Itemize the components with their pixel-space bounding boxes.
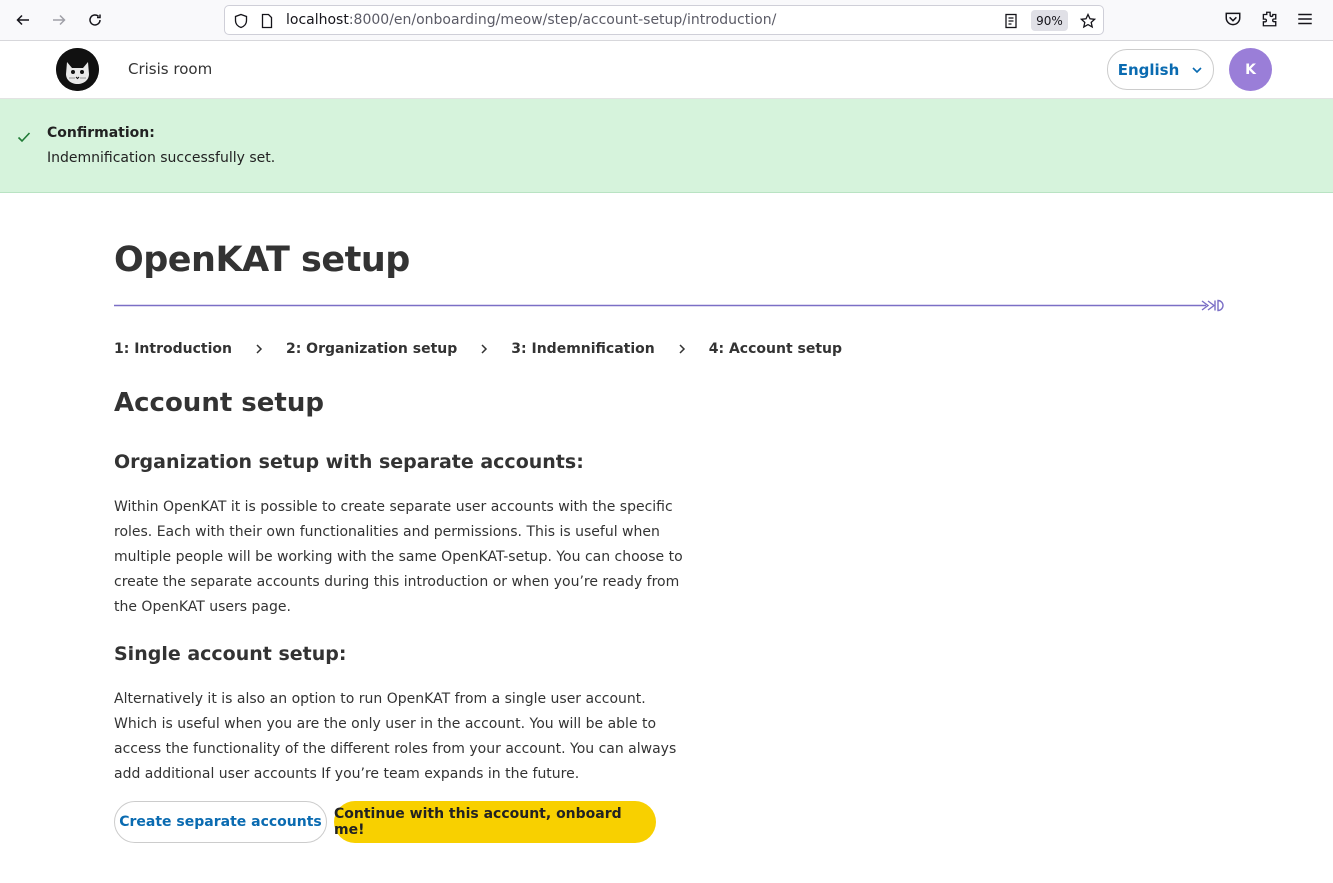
step-breadcrumb: 1: Introduction 2: Organization setup 3:… bbox=[114, 338, 842, 360]
url-path: :8000/en/onboarding/meow/step/account-se… bbox=[348, 12, 777, 28]
chevron-right-icon bbox=[679, 344, 685, 354]
url-bar[interactable]: localhost:8000/en/onboarding/meow/step/a… bbox=[224, 5, 1104, 35]
single-account-heading: Single account setup: bbox=[114, 643, 347, 665]
crisis-room-link[interactable]: Crisis room bbox=[128, 60, 212, 78]
pocket-icon[interactable] bbox=[1224, 10, 1242, 28]
extensions-icon[interactable] bbox=[1260, 10, 1278, 28]
confirmation-message: Indemnification successfully set. bbox=[47, 150, 276, 166]
menu-icon[interactable] bbox=[1296, 10, 1314, 28]
continue-onboard-button[interactable]: Continue with this account, onboard me! bbox=[334, 801, 656, 843]
openkat-logo[interactable] bbox=[56, 48, 99, 91]
progress-line bbox=[114, 299, 1224, 312]
reload-icon[interactable] bbox=[82, 8, 108, 32]
separate-accounts-text: Within OpenKAT it is possible to create … bbox=[114, 499, 683, 615]
chevron-down-icon bbox=[1192, 66, 1202, 73]
language-label: English bbox=[1117, 60, 1180, 79]
step-account-setup[interactable]: 4: Account setup bbox=[709, 341, 842, 357]
reader-mode-icon[interactable] bbox=[1003, 13, 1019, 29]
chevron-right-icon bbox=[256, 344, 263, 354]
forward-arrow-icon[interactable] bbox=[46, 8, 72, 32]
step-organization-setup[interactable]: 2: Organization setup bbox=[286, 341, 457, 357]
create-separate-accounts-button[interactable]: Create separate accounts bbox=[114, 801, 327, 843]
url-host: localhost bbox=[286, 12, 349, 28]
checkmark-icon bbox=[17, 132, 31, 143]
url-text[interactable]: localhost:8000/en/onboarding/meow/step/a… bbox=[286, 12, 776, 28]
language-selector[interactable]: English bbox=[1107, 49, 1214, 90]
confirmation-title: Confirmation: bbox=[47, 125, 155, 141]
chevron-right-icon bbox=[481, 344, 488, 354]
section-title: Account setup bbox=[114, 388, 324, 418]
page-icon bbox=[261, 13, 273, 29]
step-introduction[interactable]: 1: Introduction bbox=[114, 341, 232, 357]
step-indemnification[interactable]: 3: Indemnification bbox=[511, 341, 654, 357]
confirmation-banner: Confirmation: Indemnification successful… bbox=[0, 99, 1333, 193]
back-arrow-icon[interactable] bbox=[10, 8, 36, 32]
bookmark-star-icon[interactable] bbox=[1080, 13, 1096, 29]
browser-toolbar: localhost:8000/en/onboarding/meow/step/a… bbox=[0, 0, 1333, 41]
app-header: Crisis room English K bbox=[0, 41, 1333, 99]
single-account-text: Alternatively it is also an option to ru… bbox=[114, 691, 677, 782]
page-title: OpenKAT setup bbox=[114, 240, 410, 280]
separate-accounts-heading: Organization setup with separate account… bbox=[114, 451, 584, 473]
zoom-badge[interactable]: 90% bbox=[1031, 10, 1068, 31]
shield-icon[interactable] bbox=[233, 13, 249, 29]
user-avatar[interactable]: K bbox=[1229, 48, 1272, 91]
